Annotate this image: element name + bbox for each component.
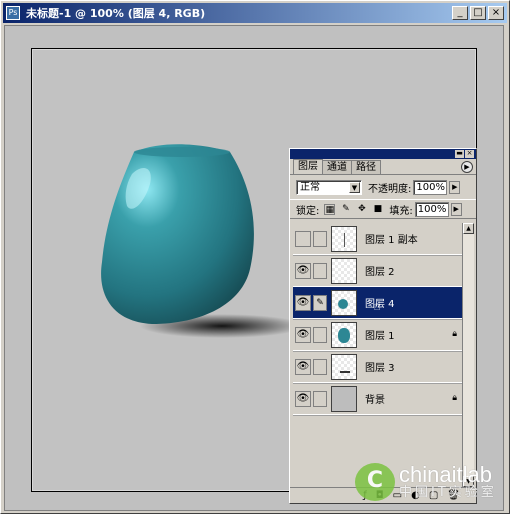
layer-row[interactable]: 图层 1 副本 xyxy=(293,223,463,255)
layer-row[interactable]: 👁 背景 🔒︎ xyxy=(293,383,463,415)
link-toggle[interactable] xyxy=(313,358,327,375)
vase-body xyxy=(101,144,254,324)
minimize-button[interactable]: _ xyxy=(452,6,468,20)
vase-rim xyxy=(134,147,230,157)
layers-list: 图层 1 副本 👁 图层 2 👁 ✎ 图层 4 ☝ 👁 图层 1 🔒︎ 👁 图层… xyxy=(293,223,463,487)
tab-channels[interactable]: 通道 xyxy=(322,160,352,174)
blend-mode-select[interactable]: 正常 ▼ xyxy=(296,179,362,195)
layer-row[interactable]: 👁 图层 1 🔒︎ xyxy=(293,319,463,351)
lock-icon: 🔒︎ xyxy=(452,329,457,339)
layer-thumbnail xyxy=(331,257,357,284)
chinaitlab-logo-icon: C xyxy=(355,463,395,501)
lock-icon: 🔒︎ xyxy=(452,393,457,403)
layer-thumbnail xyxy=(331,321,357,348)
link-toggle[interactable] xyxy=(313,390,327,407)
eye-icon[interactable]: 👁 xyxy=(295,262,311,279)
hand-cursor-icon: ☝ xyxy=(373,299,381,314)
palette-tabs: 图层 通道 路径 ▶ xyxy=(290,159,476,175)
lock-row: 锁定: ▦ ✎ ✥ ■ 填充: 100% ▶ xyxy=(290,199,476,219)
chevron-down-icon[interactable]: ▼ xyxy=(349,181,360,193)
fill-slider-arrow-icon[interactable]: ▶ xyxy=(450,202,462,216)
opacity-input[interactable]: 100% xyxy=(413,179,448,195)
palette-titlebar[interactable]: ▬ × xyxy=(290,149,476,159)
visibility-toggle[interactable] xyxy=(295,230,311,247)
palette-close-button[interactable]: × xyxy=(465,150,474,158)
opacity-label: 不透明度: xyxy=(368,183,412,195)
photoshop-doc-icon: Ps xyxy=(6,6,20,20)
eye-icon[interactable]: 👁 xyxy=(295,358,311,375)
brush-icon[interactable]: ✎ xyxy=(313,294,327,311)
close-button[interactable]: × xyxy=(488,6,504,20)
layer-thumbnail xyxy=(331,385,357,412)
palette-minimize-button[interactable]: ▬ xyxy=(455,150,464,158)
fill-input[interactable]: 100% xyxy=(414,201,449,217)
lock-position-move-icon[interactable]: ✥ xyxy=(356,204,367,215)
layer-row-selected[interactable]: 👁 ✎ 图层 4 ☝ xyxy=(293,287,463,319)
watermark: C chinaitlab 中国IT实验室 xyxy=(355,463,497,501)
window-titlebar[interactable]: Ps 未标题-1 @ 100% (图层 4, RGB) _ □ × xyxy=(3,3,507,23)
layer-row[interactable]: 👁 图层 2 xyxy=(293,255,463,287)
watermark-sub-text: 中国IT实验室 xyxy=(399,485,497,500)
lock-transparency-icon[interactable]: ▦ xyxy=(324,203,336,215)
tab-layers[interactable]: 图层 xyxy=(293,159,323,174)
palette-menu-arrow-icon[interactable]: ▶ xyxy=(461,161,473,173)
watermark-main-text: chinaitlab xyxy=(399,462,492,487)
link-toggle[interactable] xyxy=(313,230,327,247)
scroll-up-icon[interactable]: ▲ xyxy=(463,223,474,234)
vase-artwork xyxy=(101,144,304,338)
lock-label: 锁定: xyxy=(296,205,320,217)
photoshop-document-window: Ps 未标题-1 @ 100% (图层 4, RGB) _ □ × ▬ × 图层… xyxy=(0,0,510,514)
link-toggle[interactable] xyxy=(313,326,327,343)
blend-row: 正常 ▼ 不透明度: 100% ▶ xyxy=(290,175,476,199)
layer-thumbnail xyxy=(331,225,357,252)
layer-name: 背景 xyxy=(365,395,385,406)
blend-mode-value: 正常 xyxy=(300,181,320,193)
lock-all-icon[interactable]: ■ xyxy=(372,204,383,215)
layer-thumbnail xyxy=(331,289,357,316)
opacity-slider-arrow-icon[interactable]: ▶ xyxy=(449,180,461,194)
layers-palette: ▬ × 图层 通道 路径 ▶ 正常 ▼ 不透明度: 100% ▶ 锁定: ▦ ✎… xyxy=(289,148,477,504)
layer-name: 图层 1 xyxy=(365,331,395,342)
fill-label: 填充: xyxy=(389,205,413,217)
eye-icon[interactable]: 👁 xyxy=(295,390,311,407)
window-title: 未标题-1 @ 100% (图层 4, RGB) xyxy=(26,7,206,20)
layer-name: 图层 2 xyxy=(365,267,395,278)
tab-paths[interactable]: 路径 xyxy=(351,160,381,174)
layer-name: 图层 1 副本 xyxy=(365,235,418,246)
layer-row[interactable]: 👁 图层 3 xyxy=(293,351,463,383)
lock-image-brush-icon[interactable]: ✎ xyxy=(340,204,351,215)
eye-icon[interactable]: 👁 xyxy=(295,294,311,311)
layer-name: 图层 3 xyxy=(365,363,395,374)
layer-thumbnail xyxy=(331,353,357,380)
eye-icon[interactable]: 👁 xyxy=(295,326,311,343)
link-toggle[interactable] xyxy=(313,262,327,279)
layers-scrollbar[interactable]: ▲ ▼ xyxy=(462,223,474,487)
maximize-button[interactable]: □ xyxy=(470,6,486,20)
